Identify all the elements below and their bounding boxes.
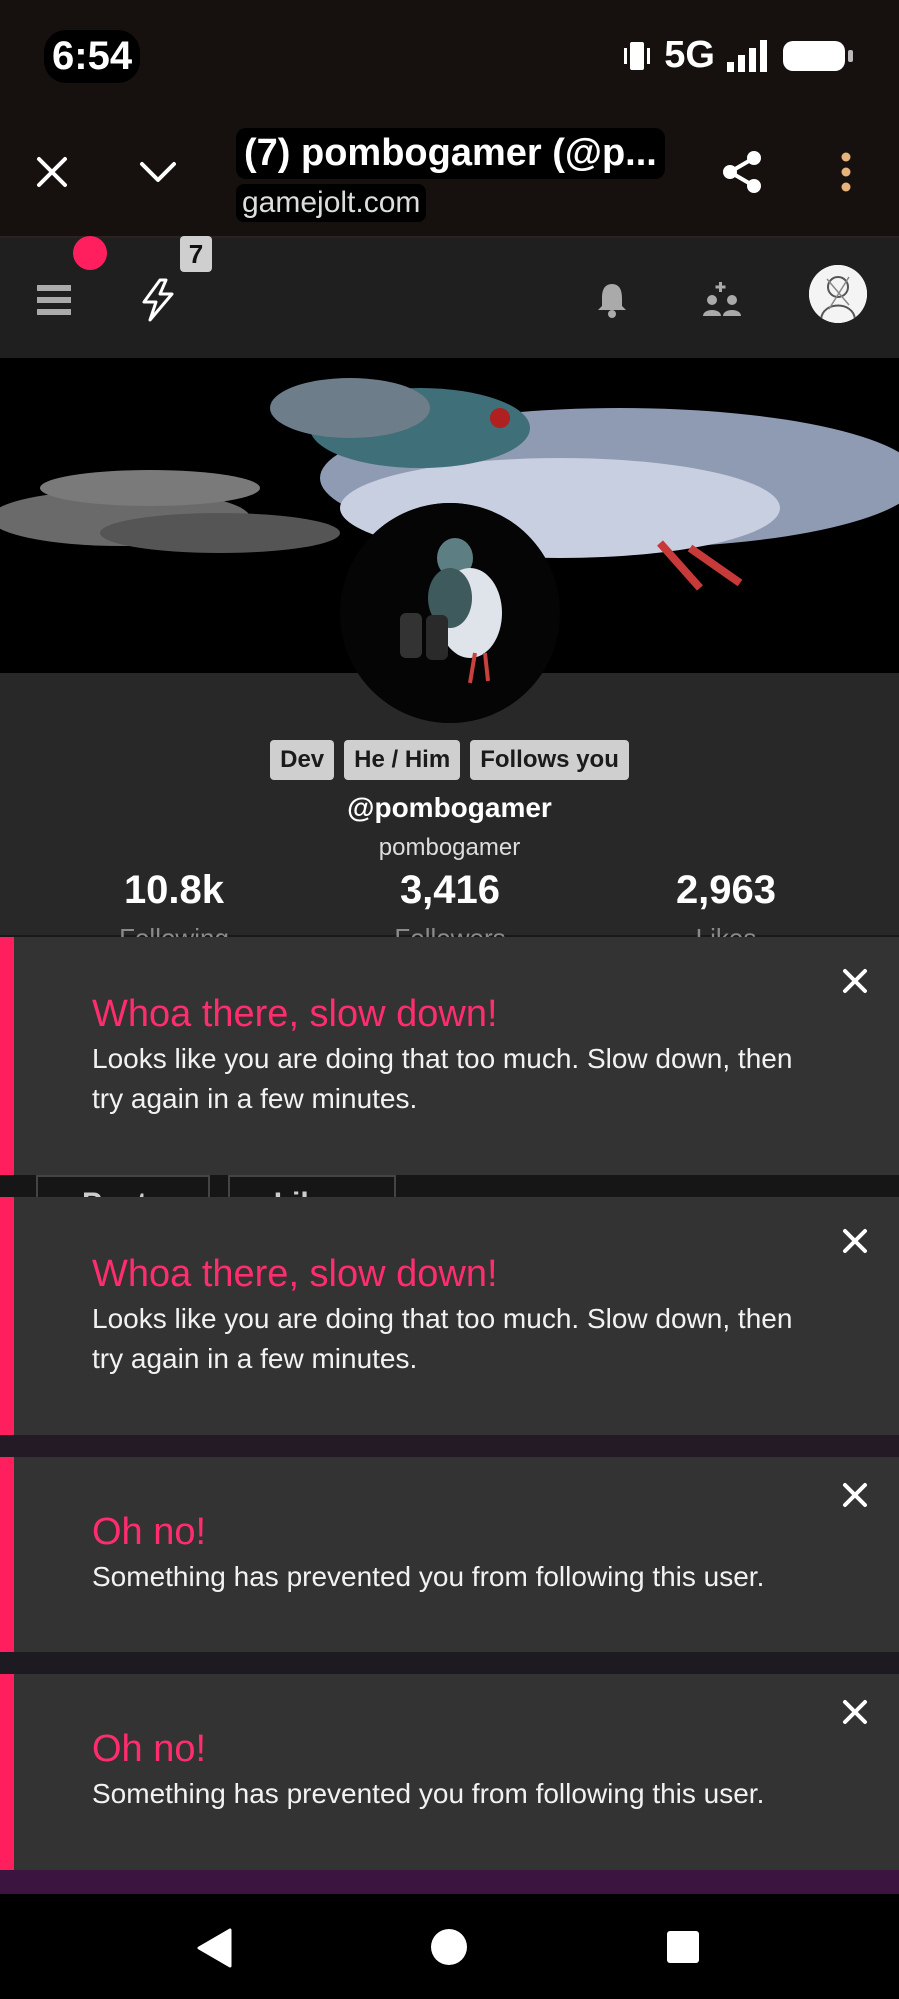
expand-button[interactable] — [128, 142, 188, 202]
activity-button[interactable] — [130, 272, 186, 328]
more-options-button[interactable] — [816, 142, 876, 202]
status-bar: 6:54 5G — [0, 0, 899, 112]
toast-message: Something has prevented you from followi… — [92, 1778, 765, 1809]
notification-dot — [73, 236, 107, 270]
friends-button[interactable] — [694, 272, 750, 328]
toast-title: Whoa there, slow down! — [92, 993, 498, 1035]
stat-likes-value: 2,963 — [675, 868, 777, 912]
stat-followers-value: 3,416 — [399, 868, 501, 912]
network-type: 5G — [664, 34, 715, 76]
more-vertical-icon — [841, 152, 851, 192]
profile-username: pombogamer — [378, 834, 521, 861]
share-button[interactable] — [712, 142, 772, 202]
system-navigation-bar — [0, 1894, 899, 1999]
lightning-icon — [142, 278, 174, 322]
toast-rate-limit: Whoa there, slow down! Looks like you ar… — [0, 1197, 899, 1435]
avatar-image — [809, 265, 867, 323]
notifications-button[interactable] — [584, 272, 640, 328]
profile-avatar — [340, 503, 560, 723]
stat-following-value: 10.8k — [123, 868, 225, 912]
back-icon[interactable] — [196, 1928, 232, 1968]
browser-toolbar: (7) pombogamer (@p... gamejolt.com — [0, 112, 899, 238]
toast-follow-error: Oh no! Something has prevented you from … — [0, 1457, 899, 1652]
toast-follow-error: Oh no! Something has prevented you from … — [0, 1674, 899, 1870]
profile-tags: Dev He / Him Follows you — [0, 740, 899, 780]
pigeon-avatar-image — [340, 503, 560, 723]
people-icon — [703, 282, 741, 316]
toast-title: Whoa there, slow down! — [92, 1253, 498, 1295]
content-strip — [0, 1652, 899, 1674]
activity-count-badge: 7 — [180, 236, 212, 272]
page-domain: gamejolt.com — [236, 184, 427, 222]
profile-handle: @pombogamer — [347, 792, 552, 823]
close-icon — [843, 1483, 867, 1507]
content-strip — [0, 1870, 899, 1894]
chevron-down-icon — [140, 162, 176, 182]
close-icon — [843, 1229, 867, 1253]
battery-icon — [783, 40, 853, 71]
toast-close-button[interactable] — [837, 1477, 873, 1513]
site-navbar — [0, 238, 899, 358]
toast-message: Looks like you are doing that too much. … — [92, 1303, 793, 1374]
tag-follows-you: Follows you — [470, 740, 629, 780]
toast-close-button[interactable] — [837, 1694, 873, 1730]
close-icon — [37, 157, 67, 187]
vibrate-icon — [624, 41, 651, 70]
status-icons: 5G — [622, 34, 853, 77]
toast-message: Looks like you are doing that too much. … — [92, 1043, 793, 1114]
clock: 6:54 — [44, 30, 141, 83]
menu-button[interactable] — [26, 272, 82, 328]
toast-message: Something has prevented you from followi… — [92, 1561, 765, 1592]
hamburger-icon — [37, 285, 71, 315]
recents-icon[interactable] — [666, 1930, 700, 1964]
close-icon — [843, 1700, 867, 1724]
toast-rate-limit: Whoa there, slow down! Looks like you ar… — [0, 937, 899, 1175]
home-icon[interactable] — [430, 1928, 468, 1966]
user-avatar[interactable] — [809, 265, 867, 323]
tag-dev: Dev — [270, 740, 335, 780]
share-icon — [723, 151, 761, 193]
signal-icon — [727, 39, 767, 72]
toast-title: Oh no! — [92, 1511, 207, 1553]
content-strip — [0, 1435, 899, 1457]
toast-close-button[interactable] — [837, 963, 873, 999]
close-icon — [843, 969, 867, 993]
bell-icon — [598, 284, 626, 318]
page-title: (7) pombogamer (@p... — [236, 128, 665, 179]
close-tab-button[interactable] — [22, 142, 82, 202]
tag-pronouns: He / Him — [344, 740, 461, 780]
toast-close-button[interactable] — [837, 1223, 873, 1259]
toast-title: Oh no! — [92, 1728, 207, 1770]
